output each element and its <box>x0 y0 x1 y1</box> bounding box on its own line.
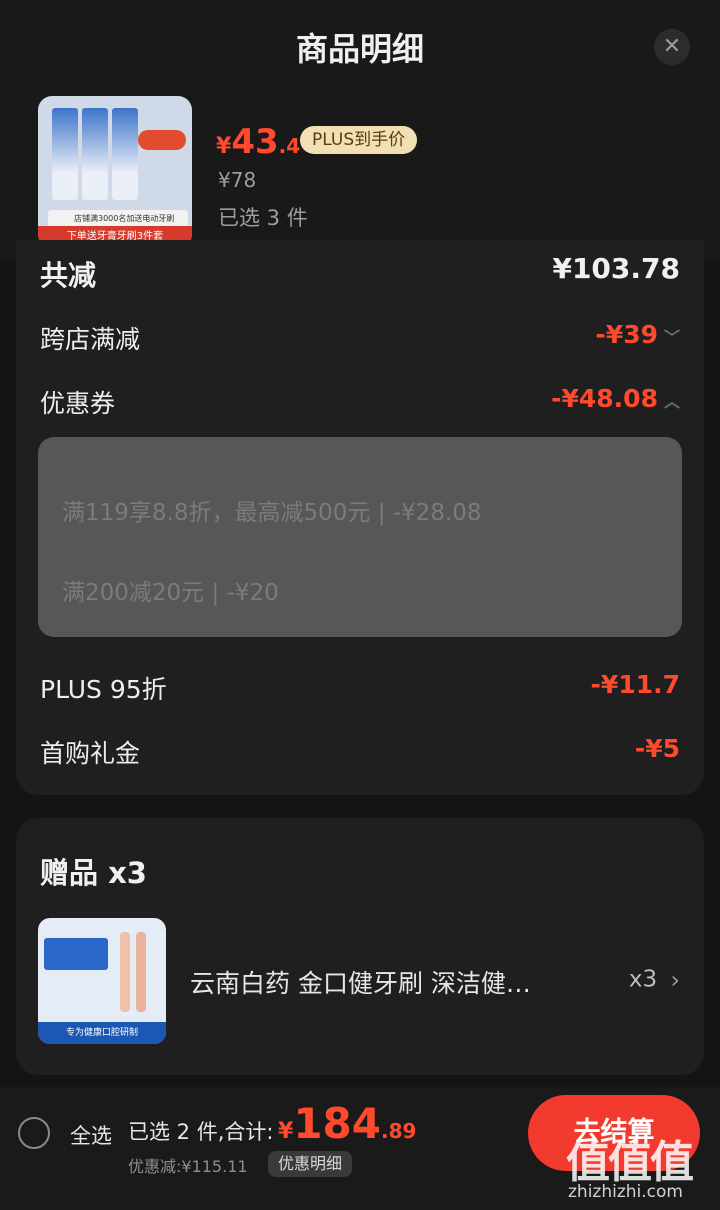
price-decimal: .4 <box>278 134 301 158</box>
chevron-down-icon: ﹀ <box>663 328 680 347</box>
saved-amount: 优惠减:¥115.11 <box>128 1157 248 1176</box>
promo-badge-image <box>138 130 186 150</box>
plus-discount-label: PLUS 95折 <box>40 675 167 704</box>
plus-discount-value: -¥11.7 <box>590 670 680 699</box>
coupon-row[interactable]: -¥48.08 ︿ <box>551 384 680 413</box>
product-thumbnail[interactable]: 店铺满3000名加送电动牙刷 下单送牙膏牙刷3件套 <box>38 96 192 248</box>
chevron-right-icon: › <box>670 966 680 994</box>
cross-store-discount-label: 跨店满减 <box>40 325 141 354</box>
close-icon: ✕ <box>662 34 682 59</box>
watermark-logo: 值值值 <box>566 1137 694 1188</box>
select-all-label[interactable]: 全选 <box>70 1120 112 1150</box>
discount-detail-button[interactable]: 优惠明细 <box>268 1151 353 1177</box>
first-purchase-gift-label: 首购礼金 <box>40 739 141 768</box>
toothbrush-image <box>136 932 146 1012</box>
gift-item-row-action[interactable]: x3 › <box>629 966 680 994</box>
plus-price: ¥43.4 <box>216 122 300 162</box>
toothpaste-box-image <box>82 108 108 200</box>
gift-thumbnail[interactable]: 专为健康口腔研制 <box>38 918 166 1044</box>
original-price: ¥78 <box>218 168 257 192</box>
coupon-detail-item: 满119享8.8折，最高减500元 | -¥28.08 <box>62 500 482 526</box>
coupon-detail-item: 满200减20元 | -¥20 <box>62 580 279 606</box>
price-integer: 43 <box>231 122 279 162</box>
gift-card: 赠品 x3 专为健康口腔研制 云南白药 金口健牙刷 深洁健… x3 › <box>16 818 704 1075</box>
total-price-decimal: .89 <box>380 1119 417 1143</box>
toothpaste-box-image <box>112 108 138 200</box>
coupon-value: -¥48.08 <box>551 384 658 413</box>
price-symbol: ¥ <box>216 134 232 159</box>
summary-label: 已选 2 件,合计: <box>128 1120 274 1144</box>
cross-store-discount-value: -¥39 <box>595 320 658 349</box>
discount-card: 共减 ¥103.78 跨店满减 -¥39 ﹀ 优惠券 -¥48.08 ︿ 满119享… <box>16 240 704 795</box>
close-button[interactable]: ✕ <box>654 29 690 65</box>
total-discount-label: 共减 <box>40 259 97 292</box>
gift-thumb-banner: 专为健康口腔研制 <box>38 1022 166 1044</box>
gift-title: 赠品 x3 <box>40 856 147 890</box>
coupon-detail-box: 满119享8.8折，最高减500元 | -¥28.08 满200减20元 | -… <box>38 437 682 637</box>
total-price-integer: 184 <box>293 1099 381 1148</box>
product-summary: 店铺满3000名加送电动牙刷 下单送牙膏牙刷3件套 ¥43.4 PLUS到手价 … <box>0 96 720 260</box>
gift-label-image <box>44 938 108 970</box>
selected-count: 已选 3 件 <box>218 206 308 230</box>
select-all-radio[interactable] <box>18 1117 50 1149</box>
toothpaste-box-image <box>52 108 78 200</box>
watermark-url: zhizhizhi.com <box>568 1182 683 1202</box>
plus-price-tag: PLUS到手价 <box>300 126 418 154</box>
modal-header: 商品明细 ✕ <box>0 0 720 96</box>
page-title: 商品明细 <box>295 30 424 68</box>
chevron-up-icon: ︿ <box>663 392 680 411</box>
total-price: ¥184.89 <box>278 1099 416 1148</box>
first-purchase-gift-value: -¥5 <box>634 734 680 763</box>
gift-item-name[interactable]: 云南白药 金口健牙刷 深洁健… <box>190 964 531 1000</box>
cross-store-discount-row[interactable]: -¥39 ﹀ <box>595 320 680 349</box>
coupon-label: 优惠券 <box>40 389 116 418</box>
total-price-symbol: ¥ <box>278 1119 294 1144</box>
total-discount-value: ¥103.78 <box>552 252 680 285</box>
toothbrush-image <box>120 932 130 1012</box>
gift-item-quantity: x3 <box>628 966 658 993</box>
